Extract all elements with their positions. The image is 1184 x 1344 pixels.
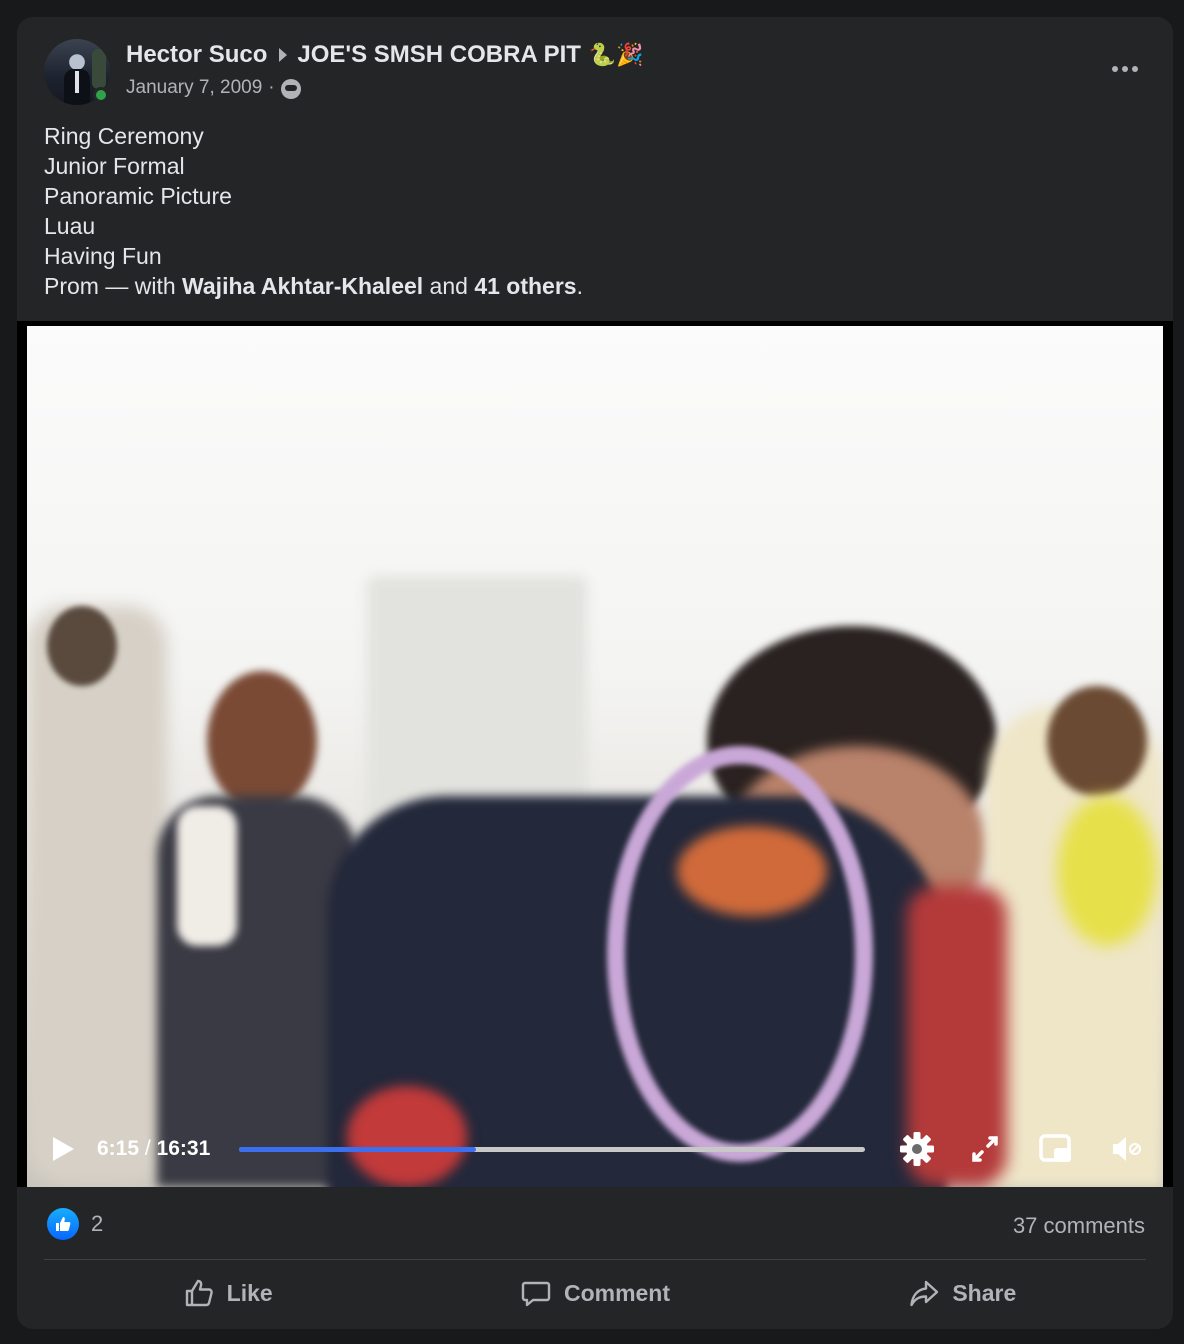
video-scene-shape <box>27 606 167 1186</box>
duration: 16:31 <box>156 1137 211 1160</box>
video-scene-shape <box>607 746 873 1162</box>
like-button[interactable]: Like <box>44 1265 411 1321</box>
video-scene-shape <box>1047 686 1147 796</box>
caption-joiner: and <box>423 273 475 299</box>
avatar-tree <box>92 49 106 89</box>
progress-bar[interactable] <box>239 1147 865 1152</box>
comments-count[interactable]: 37 comments <box>1013 1213 1145 1239</box>
caption-line: Having Fun <box>44 243 162 269</box>
caption-tag-line: Prom — with Wajiha Akhtar-Khaleel and 41… <box>44 271 583 301</box>
video-scene-shape <box>207 671 317 811</box>
group-name[interactable]: JOE'S SMSH COBRA PIT <box>297 41 581 69</box>
caption-line: Luau <box>44 213 96 239</box>
tagged-others-link[interactable]: 41 others <box>474 273 576 299</box>
video-scene-shape <box>1057 796 1157 946</box>
play-icon[interactable] <box>53 1137 74 1161</box>
avatar-tie <box>75 71 79 93</box>
gear-icon[interactable] <box>897 1129 937 1169</box>
video-player[interactable]: 6:15 / 16:31 <box>17 321 1173 1187</box>
post-date[interactable]: January 7, 2009 <box>126 77 262 99</box>
author-name[interactable]: Hector Suco <box>126 41 267 69</box>
reaction-count[interactable]: 2 <box>91 1211 103 1237</box>
expand-icon[interactable] <box>965 1129 1005 1169</box>
more-options-button[interactable] <box>1105 55 1145 83</box>
caret-right-icon <box>279 48 288 62</box>
more-dot-icon <box>1132 66 1138 72</box>
picture-in-picture-icon[interactable] <box>1035 1129 1075 1169</box>
video-controls: 6:15 / 16:31 <box>27 1107 1163 1187</box>
time-separator: / <box>139 1137 157 1160</box>
caption-line: Ring Ceremony <box>44 123 204 149</box>
reactions-bar: 2 37 comments <box>17 1187 1173 1259</box>
caption-prefix: Prom — with <box>44 273 183 299</box>
video-scene-shape <box>177 806 237 946</box>
video-time: 6:15 / 16:31 <box>97 1137 210 1161</box>
post-card: Hector Suco JOE'S SMSH COBRA PIT 🐍🎉 Janu… <box>17 17 1173 1329</box>
divider <box>44 1259 1146 1260</box>
online-status-dot <box>93 87 109 103</box>
comment-button[interactable]: Comment <box>411 1265 778 1321</box>
post-caption: Ring Ceremony Junior Formal Panoramic Pi… <box>44 121 583 301</box>
post-meta: January 7, 2009 · <box>126 77 301 99</box>
caption-line: Junior Formal <box>44 153 185 179</box>
more-dot-icon <box>1112 66 1118 72</box>
group-emoji: 🐍🎉 <box>588 42 644 67</box>
caption-line: Panoramic Picture <box>44 183 232 209</box>
like-label: Like <box>226 1279 273 1306</box>
post-title-line: Hector Suco JOE'S SMSH COBRA PIT 🐍🎉 <box>126 41 644 69</box>
volume-muted-icon[interactable] <box>1105 1129 1145 1169</box>
action-bar: Like Comment Share <box>44 1265 1146 1321</box>
meta-separator: · <box>268 77 275 98</box>
share-icon <box>910 1280 939 1307</box>
tagged-person-link[interactable]: Wajiha Akhtar-Khaleel <box>182 273 423 299</box>
comment-icon <box>521 1281 551 1307</box>
comment-label: Comment <box>563 1279 671 1306</box>
caption-suffix: . <box>576 273 583 299</box>
progress-fill <box>239 1147 476 1152</box>
share-label: Share <box>952 1279 1017 1306</box>
thumbs-up-outline-icon <box>185 1279 213 1307</box>
thumbs-up-icon[interactable] <box>47 1208 79 1240</box>
video-scene-shape <box>677 826 827 916</box>
video-scene-shape <box>47 606 117 686</box>
current-time: 6:15 <box>97 1137 140 1160</box>
post-header: Hector Suco JOE'S SMSH COBRA PIT 🐍🎉 Janu… <box>17 17 1173 127</box>
friends-icon[interactable] <box>280 79 301 99</box>
share-button[interactable]: Share <box>779 1265 1146 1321</box>
video-frame[interactable]: 6:15 / 16:31 <box>27 326 1163 1187</box>
more-dot-icon <box>1122 66 1128 72</box>
